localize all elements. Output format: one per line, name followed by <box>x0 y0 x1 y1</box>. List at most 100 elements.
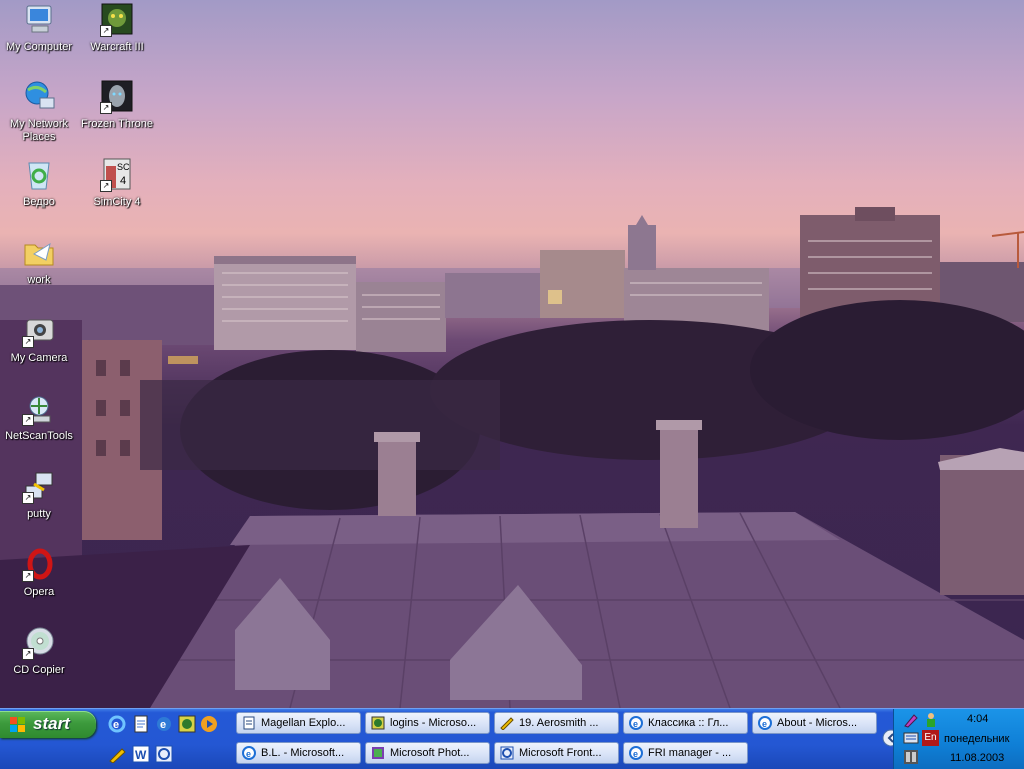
taskbar-window-button[interactable]: Microsoft Phot... <box>365 742 490 764</box>
desktop-icon-label: My Camera <box>10 352 68 364</box>
desktop-icon-label: Opera <box>23 586 55 598</box>
desktop-icon-label: SimCity 4 <box>93 196 141 208</box>
desktop-icon-my-computer[interactable]: My Computer <box>1 3 77 54</box>
desktop-icon-label: Frozen Throne <box>81 118 153 130</box>
warcraft-icon: ↗ <box>100 3 134 37</box>
taskbar-window-button[interactable]: 19. Aerosmith ... <box>494 712 619 734</box>
taskbar-window-button[interactable]: Magellan Explo... <box>236 712 361 734</box>
simcity-icon: SC 4 ↗ <box>100 158 134 192</box>
desktop-icon-cd-copier[interactable]: ↗ CD Copier <box>1 626 77 677</box>
desktop-icon-label: Warcraft III <box>90 41 144 53</box>
desktop-icon-work[interactable]: work <box>1 236 77 287</box>
desktop-icon-my-network-places[interactable]: My Network Places <box>1 80 77 144</box>
netscan-icon: ↗ <box>22 392 56 426</box>
tray-keyboard-icon[interactable] <box>903 730 919 746</box>
camera-icon: ↗ <box>22 314 56 348</box>
task-label: Magellan Explo... <box>261 717 346 729</box>
desktop-icon-opera[interactable]: ↗ Opera <box>1 548 77 599</box>
shortcut-arrow-icon: ↗ <box>100 102 112 114</box>
quick-launch-pencil-icon[interactable] <box>108 745 126 764</box>
tray-volume-icon[interactable] <box>903 749 919 765</box>
start-label: start <box>33 714 70 733</box>
svg-text:e: e <box>762 719 767 729</box>
ie-icon: e <box>629 716 643 730</box>
desktop-icon-warcraft-iii[interactable]: ↗ Warcraft III <box>79 3 155 54</box>
svg-text:e: e <box>246 749 251 759</box>
desktop-icon-netscantools[interactable]: ↗ NetScanTools <box>1 392 77 443</box>
tray-pen-icon[interactable] <box>903 712 919 728</box>
folder-icon <box>22 236 56 270</box>
svg-text:SC: SC <box>117 162 130 172</box>
windows-logo-icon <box>10 717 25 732</box>
tray-language-icon[interactable]: En <box>922 730 939 746</box>
quick-launch-frontpage-icon[interactable] <box>155 745 173 763</box>
quick-launch-media-player-icon[interactable] <box>200 715 218 733</box>
start-button[interactable]: start <box>0 711 96 738</box>
shortcut-arrow-icon: ↗ <box>100 180 112 192</box>
ie-icon: e <box>758 716 772 730</box>
desktop-icon-label: My Network Places <box>9 118 69 143</box>
shortcut-arrow-icon: ↗ <box>22 414 34 426</box>
desktop-icon-simcity-4[interactable]: SC 4 ↗ SimCity 4 <box>79 158 155 209</box>
quick-launch-ie-alt-icon[interactable]: e <box>155 715 173 733</box>
recycle-bin-icon <box>22 158 56 192</box>
clock-date: 11.08.2003 <box>950 752 1005 764</box>
task-label: B.L. - Microsoft... <box>261 747 345 759</box>
svg-text:e: e <box>633 749 638 759</box>
task-label: FRI manager - ... <box>648 747 732 759</box>
document-icon <box>243 716 255 730</box>
shortcut-arrow-icon: ↗ <box>100 25 112 37</box>
desktop-icon-label: NetScanTools <box>5 430 73 442</box>
task-label: About - Micros... <box>777 717 858 729</box>
my-computer-icon <box>22 3 56 37</box>
taskbar-window-button[interactable]: e Классика :: Гл... <box>623 712 748 734</box>
taskbar-window-button[interactable]: e B.L. - Microsoft... <box>236 742 361 764</box>
shortcut-arrow-icon: ↗ <box>22 492 34 504</box>
tray-user-icon[interactable] <box>923 712 939 728</box>
desktop-icon-label: My Computer <box>5 41 73 53</box>
quick-launch-ie-icon[interactable]: e <box>108 715 126 733</box>
task-label: logins - Microso... <box>390 717 477 729</box>
taskbar: start e e W Magellan Explo... logins - M… <box>0 708 1024 769</box>
desktop-icon-frozen-throne[interactable]: ↗ Frozen Throne <box>79 80 155 131</box>
taskbar-window-button[interactable]: e About - Micros... <box>752 712 877 734</box>
clock-time[interactable]: 4:04 <box>967 713 988 725</box>
desktop-icon-label: putty <box>27 508 51 520</box>
shortcut-arrow-icon: ↗ <box>22 648 34 660</box>
shortcut-arrow-icon: ↗ <box>22 570 34 582</box>
desktop-icon-label: Ведро <box>23 196 55 208</box>
svg-text:4: 4 <box>120 175 126 187</box>
network-places-icon <box>22 80 56 114</box>
task-label: Microsoft Front... <box>519 747 602 759</box>
desktop-icon-label: work <box>27 274 51 286</box>
svg-text:e: e <box>633 719 638 729</box>
photo-icon <box>372 747 384 759</box>
language-indicator: En <box>924 732 937 743</box>
taskbar-window-button[interactable]: logins - Microso... <box>365 712 490 734</box>
app-icon <box>371 716 385 730</box>
svg-text:e: e <box>160 719 166 731</box>
clock-day: понедельник <box>944 733 1010 745</box>
winamp-icon <box>500 717 514 730</box>
putty-icon: ↗ <box>22 470 56 504</box>
quick-launch-notepad-icon[interactable] <box>132 715 150 733</box>
quick-launch-word-icon[interactable]: W <box>132 745 150 763</box>
task-label: Классика :: Гл... <box>648 717 729 729</box>
opera-icon: ↗ <box>22 548 56 582</box>
svg-text:W: W <box>135 748 147 762</box>
quick-launch-app-icon[interactable] <box>178 715 196 733</box>
task-label: 19. Aerosmith ... <box>519 717 599 729</box>
task-label: Microsoft Phot... <box>390 747 470 759</box>
ie-icon: e <box>629 746 643 760</box>
ie-icon: e <box>242 746 256 760</box>
cd-icon: ↗ <box>22 626 56 660</box>
svg-text:e: e <box>113 719 119 731</box>
taskbar-window-button[interactable]: Microsoft Front... <box>494 742 619 764</box>
desktop-icon-recycle-bin[interactable]: Ведро <box>1 158 77 209</box>
system-tray: En 4:04 понедельник 11.08.2003 <box>893 709 1024 769</box>
taskbar-window-button[interactable]: e FRI manager - ... <box>623 742 748 764</box>
desktop-icon-putty[interactable]: ↗ putty <box>1 470 77 521</box>
desktop-icon-my-camera[interactable]: ↗ My Camera <box>1 314 77 365</box>
frontpage-icon <box>500 746 514 760</box>
frozen-throne-icon: ↗ <box>100 80 134 114</box>
